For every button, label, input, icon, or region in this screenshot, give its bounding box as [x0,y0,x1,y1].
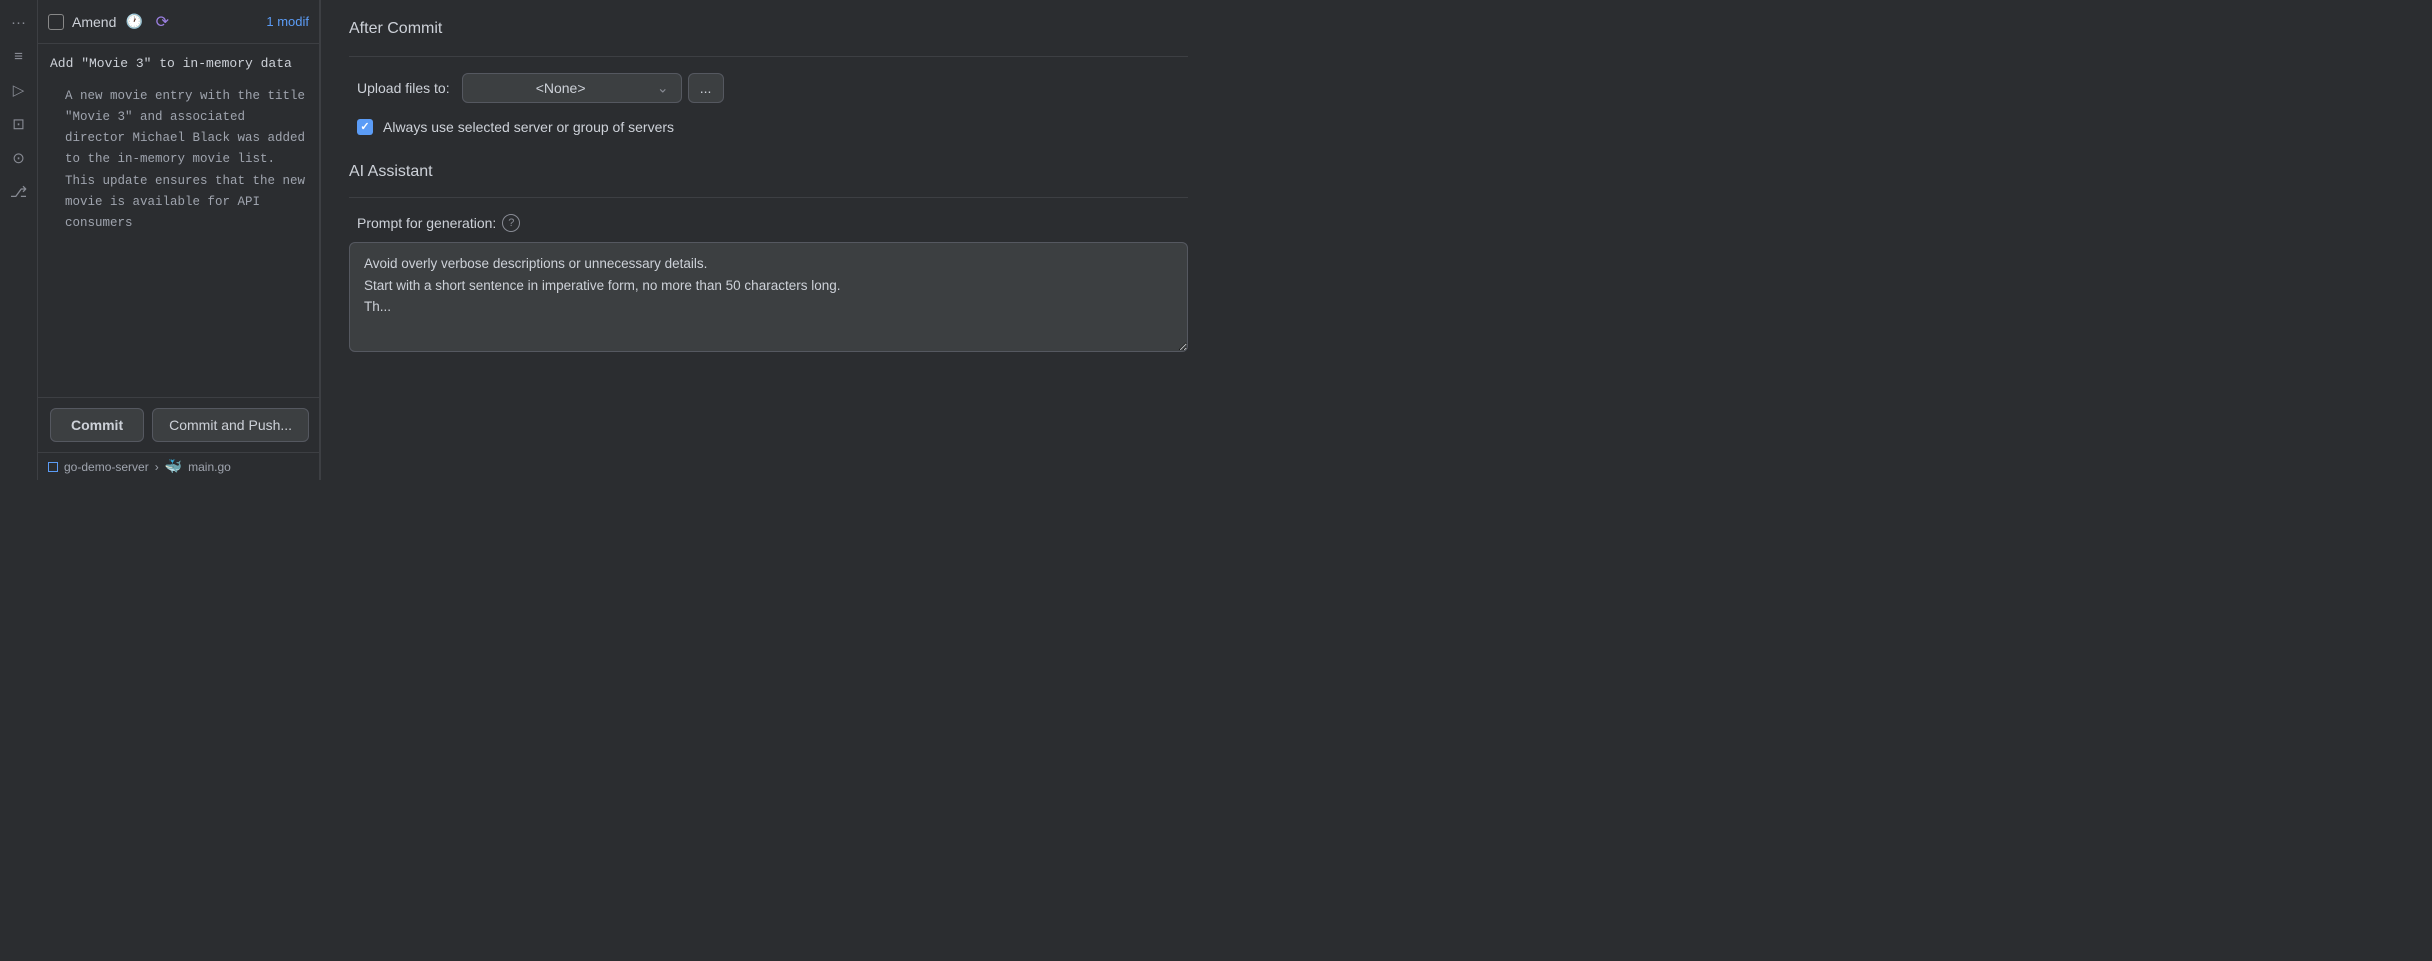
breadcrumb-separator: › [155,460,159,474]
prompt-label-row: Prompt for generation: ? [357,214,1188,232]
commit-message-area[interactable]: Add "Movie 3" to in-memory data A new mo… [38,44,319,397]
project-status-square [48,462,58,472]
commit-and-push-button[interactable]: Commit and Push... [152,408,309,442]
status-bar: go-demo-server › 🐳 main.go [38,452,319,480]
ai-spiral-icon[interactable]: ⟳ [152,12,172,32]
amend-label: Amend [72,14,116,30]
ai-assistant-divider [349,197,1188,198]
checkbox-checkmark: ✓ [360,122,369,133]
warning-icon[interactable]: ⊙ [5,144,33,172]
commit-body: A new movie entry with the title "Movie … [50,86,307,235]
modified-badge: 1 modif [266,14,309,29]
after-commit-title: After Commit [349,20,1188,38]
git-icon[interactable]: ⎇ [5,178,33,206]
right-panel: After Commit Upload files to: <None> ...… [320,0,1216,480]
after-commit-section: After Commit Upload files to: <None> ...… [349,20,1188,163]
commit-title: Add "Movie 3" to in-memory data [50,54,307,74]
upload-row: Upload files to: <None> ... [357,73,1188,103]
commit-topbar: Amend 🕐 ⟳ 1 modif [38,0,319,44]
upload-ellipsis-button[interactable]: ... [688,73,724,103]
terminal-icon[interactable]: ⊡ [5,110,33,138]
play-icon[interactable]: ▷ [5,76,33,104]
project-name: go-demo-server [64,460,149,474]
upload-label: Upload files to: [357,80,450,96]
menu-icon[interactable]: ≡ [5,42,33,70]
ai-assistant-section: AI Assistant Prompt for generation: ? [349,163,1188,355]
sidebar: ··· ≡ ▷ ⊡ ⊙ ⎇ [0,0,38,480]
commit-buttons-bar: Commit Commit and Push... [38,397,319,452]
after-commit-divider [349,56,1188,57]
history-icon[interactable]: 🕐 [124,12,144,32]
upload-server-dropdown[interactable]: <None> [462,73,682,103]
always-use-label: Always use selected server or group of s… [383,119,674,135]
always-use-row: ✓ Always use selected server or group of… [357,119,1188,135]
commit-panel: Amend 🕐 ⟳ 1 modif Add "Movie 3" to in-me… [38,0,319,480]
prompt-textarea[interactable] [349,242,1188,352]
upload-select-wrapper: <None> ... [462,73,842,103]
ai-assistant-title: AI Assistant [349,163,1188,181]
always-use-checkbox[interactable]: ✓ [357,119,373,135]
prompt-label: Prompt for generation: [357,215,496,231]
commit-button[interactable]: Commit [50,408,144,442]
amend-checkbox[interactable] [48,14,64,30]
go-gopher-icon: 🐳 [165,458,182,475]
help-icon[interactable]: ? [502,214,520,232]
more-options-icon[interactable]: ··· [5,8,33,36]
file-name: main.go [188,460,231,474]
